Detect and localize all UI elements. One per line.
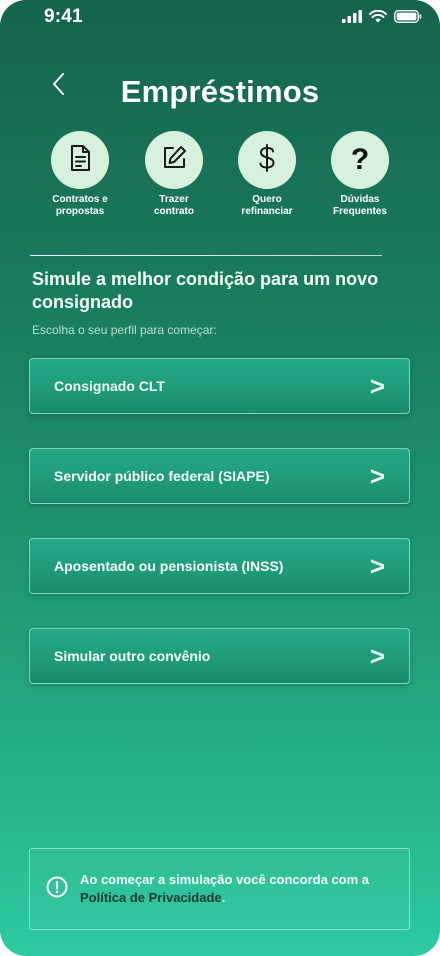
info-circle-icon bbox=[46, 876, 68, 903]
privacy-statement: Ao começar a simulação você concorda com… bbox=[80, 872, 370, 887]
option-label: Simular outro convênio bbox=[54, 648, 211, 664]
section-subtitle: Escolha o seu perfil para começar: bbox=[32, 323, 217, 337]
quick-action-label: Quero refinanciar bbox=[241, 194, 293, 217]
privacy-policy-link[interactable]: Política de Privacidade bbox=[80, 890, 222, 905]
chevron-right-icon: > bbox=[369, 551, 385, 581]
option-siape[interactable]: Servidor público federal (SIAPE) > bbox=[29, 448, 410, 504]
option-other-agreement[interactable]: Simular outro convênio > bbox=[29, 628, 410, 684]
chevron-right-icon: > bbox=[369, 461, 385, 491]
battery-icon bbox=[394, 10, 422, 23]
option-label: Aposentado ou pensionista (INSS) bbox=[54, 558, 284, 574]
edit-icon bbox=[160, 144, 188, 177]
quick-action-refinance[interactable]: Quero refinanciar bbox=[221, 131, 313, 218]
privacy-text: Ao começar a simulação você concorda com… bbox=[80, 871, 395, 907]
option-label: Consignado CLT bbox=[54, 378, 165, 394]
quick-action-label: Dúvidas Frequentes bbox=[333, 194, 387, 217]
privacy-suffix: . bbox=[221, 890, 226, 905]
section-title: Simule a melhor condição para um novo co… bbox=[32, 269, 379, 312]
page-title: Empréstimos bbox=[120, 74, 320, 109]
option-consignado-clt[interactable]: Consignado CLT > bbox=[29, 358, 410, 414]
document-icon bbox=[67, 144, 93, 177]
quick-action-label: Trazer contrato bbox=[154, 194, 194, 217]
quick-action-faq[interactable]: ? Dúvidas Frequentes bbox=[314, 131, 406, 218]
question-icon: ? bbox=[350, 143, 370, 176]
quick-action-label: Contratos e propostas bbox=[52, 194, 108, 217]
phone-screen: 9:41 Empréstimos Contratos e propostas T… bbox=[0, 0, 440, 956]
status-icons bbox=[342, 10, 422, 23]
chevron-right-icon: > bbox=[369, 641, 385, 671]
quick-action-bring-contract[interactable]: Trazer contrato bbox=[128, 131, 220, 218]
dollar-icon bbox=[256, 143, 278, 178]
quick-action-contracts[interactable]: Contratos e propostas bbox=[34, 131, 126, 218]
signal-icon bbox=[342, 10, 362, 23]
privacy-notice: Ao começar a simulação você concorda com… bbox=[29, 848, 410, 930]
option-inss[interactable]: Aposentado ou pensionista (INSS) > bbox=[29, 538, 410, 594]
wifi-icon bbox=[369, 10, 387, 23]
chevron-right-icon: > bbox=[369, 371, 385, 401]
divider bbox=[30, 255, 382, 256]
status-time: 9:41 bbox=[44, 6, 83, 27]
quick-actions: Contratos e propostas Trazer contrato Qu… bbox=[34, 131, 424, 223]
option-label: Servidor público federal (SIAPE) bbox=[54, 468, 270, 484]
